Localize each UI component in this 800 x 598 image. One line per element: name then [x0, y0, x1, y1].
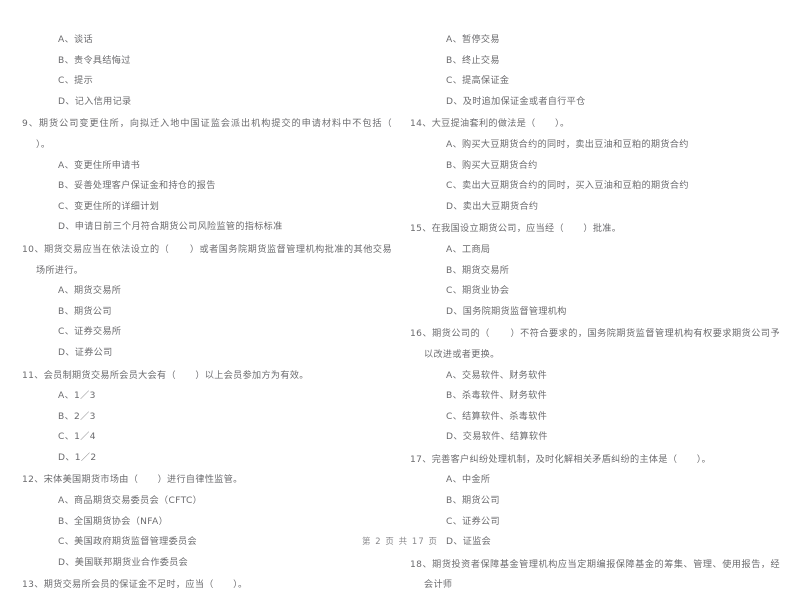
right-continued-options: A、暂停交易 B、终止交易 C、提高保证金 D、及时追加保证金或者自行平仓 — [410, 30, 780, 112]
option-item: B、终止交易 — [446, 55, 500, 66]
option-item: D、及时追加保证金或者自行平仓 — [446, 96, 586, 107]
right-column: A、暂停交易 B、终止交易 C、提高保证金 D、及时追加保证金或者自行平仓 14… — [410, 30, 780, 598]
option-item: D、美国联邦期货业合作委员会 — [58, 557, 189, 568]
question-text: 期货公司变更住所，向拟迁入地中国证监会派出机构提交的申请材料中不包括（ ）。 — [36, 119, 412, 150]
option-item: D、国务院期货监督管理机构 — [446, 306, 567, 317]
option-item: A、变更住所申请书 — [58, 160, 141, 171]
option-item: B、杀毒软件、财务软件 — [446, 391, 548, 402]
question-stem: 12、宋体美国期货市场由（ ）进行自律性监管。 — [22, 470, 392, 491]
question-stem: 9、期货公司变更住所，向拟迁入地中国证监会派出机构提交的申请材料中不包括（ ）。 — [22, 114, 392, 155]
option-item: A、商品期货交易委员会（CFTC） — [58, 496, 203, 507]
document-page: A、谈话 B、责令具结悔过 C、提示 D、记入信用记录 9、期货公司变更住所，向… — [0, 0, 800, 590]
option-item: C、卖出大豆期货合约的同时，买入豆油和豆粕的期货合约 — [446, 181, 689, 192]
option-item: B、2／3 — [58, 411, 96, 422]
question-stem: 10、期货交易应当在依法设立的（ ）或者国务院期货监督管理机构批准的其他交易场所… — [22, 240, 392, 281]
page-footer: 第 2 页 共 17 页 — [362, 536, 438, 546]
question-number: 11、 — [22, 370, 44, 381]
question-text: 期货交易所会员的保证金不足时，应当（ ）。 — [43, 580, 248, 591]
option-item: C、变更住所的详细计划 — [58, 201, 160, 212]
question-10: 10、期货交易应当在依法设立的（ ）或者国务院期货监督管理机构批准的其他交易场所… — [22, 240, 392, 364]
question-number: 15、 — [410, 224, 432, 235]
option-item: A、工商局 — [446, 244, 491, 255]
question-13: 13、期货交易所会员的保证金不足时，应当（ ）。 — [22, 575, 392, 596]
question-number: 13、 — [22, 580, 44, 591]
question-number: 16、 — [410, 329, 433, 340]
question-number: 17、 — [410, 454, 432, 465]
question-text: 在我国设立期货公司，应当经（ ）批准。 — [431, 224, 622, 235]
question-number: 9、 — [22, 119, 39, 130]
option-item: C、提示 — [58, 76, 94, 87]
option-item: A、暂停交易 — [446, 35, 500, 45]
question-stem: 16、期货公司的（ ）不符合要求的，国务院期货监督管理机构有权要求期货公司予以改… — [410, 324, 780, 365]
option-item: A、1／3 — [58, 391, 96, 402]
option-item: D、1／2 — [58, 452, 97, 463]
question-stem: 11、会员制期货交易所会员大会有（ ）以上会员参加方为有效。 — [22, 366, 392, 387]
question-number: 12、 — [22, 475, 44, 486]
question-stem: 17、完善客户纠纷处理机制，及时化解相关矛盾纠纷的主体是（ ）。 — [410, 450, 780, 471]
question-text: 期货公司的（ ）不符合要求的，国务院期货监督管理机构有权要求期货公司予以改进或者… — [424, 329, 780, 360]
left-column: A、谈话 B、责令具结悔过 C、提示 D、记入信用记录 9、期货公司变更住所，向… — [22, 30, 392, 598]
question-text: 期货投资者保障基金管理机构应当定期编报保障基金的筹集、管理、使用报告，经会计师 — [424, 559, 780, 591]
option-item: A、中金所 — [446, 475, 491, 486]
option-item: B、全国期货协会（NFA） — [58, 516, 169, 527]
question-text: 会员制期货交易所会员大会有（ ）以上会员参加方为有效。 — [43, 370, 309, 381]
question-14: 14、大豆提油套利的做法是（ ）。 A、购买大豆期货合约的同时，卖出豆油和豆粕的… — [410, 114, 780, 217]
option-item: B、责令具结悔过 — [58, 55, 131, 66]
option-item: A、购买大豆期货合约的同时，卖出豆油和豆粕的期货合约 — [446, 139, 689, 150]
question-stem: 14、大豆提油套利的做法是（ ）。 — [410, 114, 780, 135]
option-item: D、记入信用记录 — [58, 96, 132, 107]
option-item: B、购买大豆期货合约 — [446, 160, 538, 171]
option-item: B、期货公司 — [58, 306, 112, 317]
question-text: 大豆提油套利的做法是（ ）。 — [431, 119, 570, 130]
question-stem: 15、在我国设立期货公司，应当经（ ）批准。 — [410, 219, 780, 240]
question-11: 11、会员制期货交易所会员大会有（ ）以上会员参加方为有效。 A、1／3 B、2… — [22, 366, 392, 469]
option-item: A、交易软件、财务软件 — [446, 370, 548, 381]
option-item: C、期货业协会 — [446, 286, 510, 297]
option-item: B、妥善处理客户保证金和持仓的报告 — [58, 181, 216, 192]
option-item: D、卖出大豆期货合约 — [446, 201, 539, 212]
option-item: A、谈话 — [58, 35, 93, 45]
two-column-layout: A、谈话 B、责令具结悔过 C、提示 D、记入信用记录 9、期货公司变更住所，向… — [22, 30, 780, 598]
option-item: D、证券公司 — [58, 347, 113, 358]
question-15: 15、在我国设立期货公司，应当经（ ）批准。 A、工商局 B、期货交易所 C、期… — [410, 219, 780, 322]
question-number: 10、 — [22, 244, 45, 255]
question-stem: 18、期货投资者保障基金管理机构应当定期编报保障基金的筹集、管理、使用报告，经会… — [410, 555, 780, 596]
question-text: 完善客户纠纷处理机制，及时化解相关矛盾纠纷的主体是（ ）。 — [431, 454, 712, 465]
option-item: B、期货公司 — [446, 496, 500, 507]
question-number: 14、 — [410, 119, 432, 130]
option-item: C、1／4 — [58, 432, 96, 443]
question-text: 期货交易应当在依法设立的（ ）或者国务院期货监督管理机构批准的其他交易场所进行。 — [36, 244, 392, 276]
question-12: 12、宋体美国期货市场由（ ）进行自律性监管。 A、商品期货交易委员会（CFTC… — [22, 470, 392, 573]
option-item: A、期货交易所 — [58, 286, 122, 297]
option-item: C、证券公司 — [446, 516, 500, 527]
question-18: 18、期货投资者保障基金管理机构应当定期编报保障基金的筹集、管理、使用报告，经会… — [410, 555, 780, 596]
question-stem: 13、期货交易所会员的保证金不足时，应当（ ）。 — [22, 575, 392, 596]
question-16: 16、期货公司的（ ）不符合要求的，国务院期货监督管理机构有权要求期货公司予以改… — [410, 324, 780, 448]
option-item: C、结算软件、杀毒软件 — [446, 411, 548, 422]
option-item: C、提高保证金 — [446, 76, 510, 87]
option-item: D、交易软件、结算软件 — [446, 432, 548, 443]
left-continued-options: A、谈话 B、责令具结悔过 C、提示 D、记入信用记录 — [22, 30, 392, 112]
question-text: 宋体美国期货市场由（ ）进行自律性监管。 — [43, 475, 243, 486]
option-item: C、证券交易所 — [58, 327, 122, 338]
option-item: B、期货交易所 — [446, 265, 510, 276]
question-9: 9、期货公司变更住所，向拟迁入地中国证监会派出机构提交的申请材料中不包括（ ）。… — [22, 114, 392, 238]
option-item: D、申请日前三个月符合期货公司风险监管的指标标准 — [58, 222, 283, 233]
